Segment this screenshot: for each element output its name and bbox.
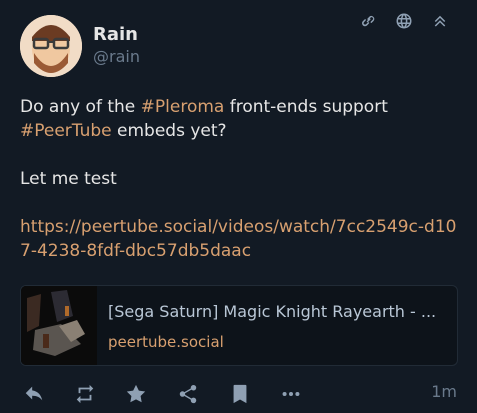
- status-post: Rain @rain Do any of the #Pleroma front-…: [0, 0, 477, 413]
- video-link[interactable]: https://peertube.social/videos/watch/7cc…: [20, 217, 456, 261]
- collapse-icon[interactable]: [431, 12, 449, 30]
- paragraph-2: Let me test: [20, 169, 117, 189]
- paragraph-1: Do any of the #Pleroma front-ends suppor…: [20, 95, 460, 143]
- link-preview-card[interactable]: [Sega Saturn] Magic Knight Rayearth - ..…: [20, 285, 458, 366]
- repeat-icon[interactable]: [74, 383, 96, 405]
- text-segment: embeds yet?: [111, 121, 227, 141]
- card-title[interactable]: [Sega Saturn] Magic Knight Rayearth - ..…: [108, 302, 453, 321]
- card-host: peertube.social: [108, 333, 224, 351]
- link-icon[interactable]: [359, 12, 377, 30]
- globe-icon[interactable]: [395, 12, 413, 30]
- header-icons: [359, 12, 449, 30]
- bookmark-icon[interactable]: [229, 383, 251, 405]
- avatar-image: [20, 15, 82, 77]
- reply-icon[interactable]: [23, 383, 45, 405]
- author-name[interactable]: Rain: [93, 24, 138, 45]
- share-icon[interactable]: [177, 383, 199, 405]
- avatar[interactable]: [20, 15, 82, 77]
- hashtag-pleroma[interactable]: #Pleroma: [141, 97, 225, 117]
- favorite-icon[interactable]: [125, 383, 147, 405]
- text-segment: Do any of the: [20, 97, 141, 117]
- paragraph-3: https://peertube.social/videos/watch/7cc…: [20, 215, 460, 263]
- status-content: Do any of the #Pleroma front-ends suppor…: [20, 95, 460, 287]
- video-thumbnail: [21, 286, 97, 365]
- timestamp[interactable]: 1m: [431, 382, 457, 401]
- text-segment: front-ends support: [224, 97, 388, 117]
- author-handle[interactable]: @rain: [93, 47, 140, 66]
- more-icon[interactable]: [280, 383, 302, 405]
- status-actions: [20, 383, 457, 407]
- hashtag-peertube[interactable]: #PeerTube: [20, 121, 112, 141]
